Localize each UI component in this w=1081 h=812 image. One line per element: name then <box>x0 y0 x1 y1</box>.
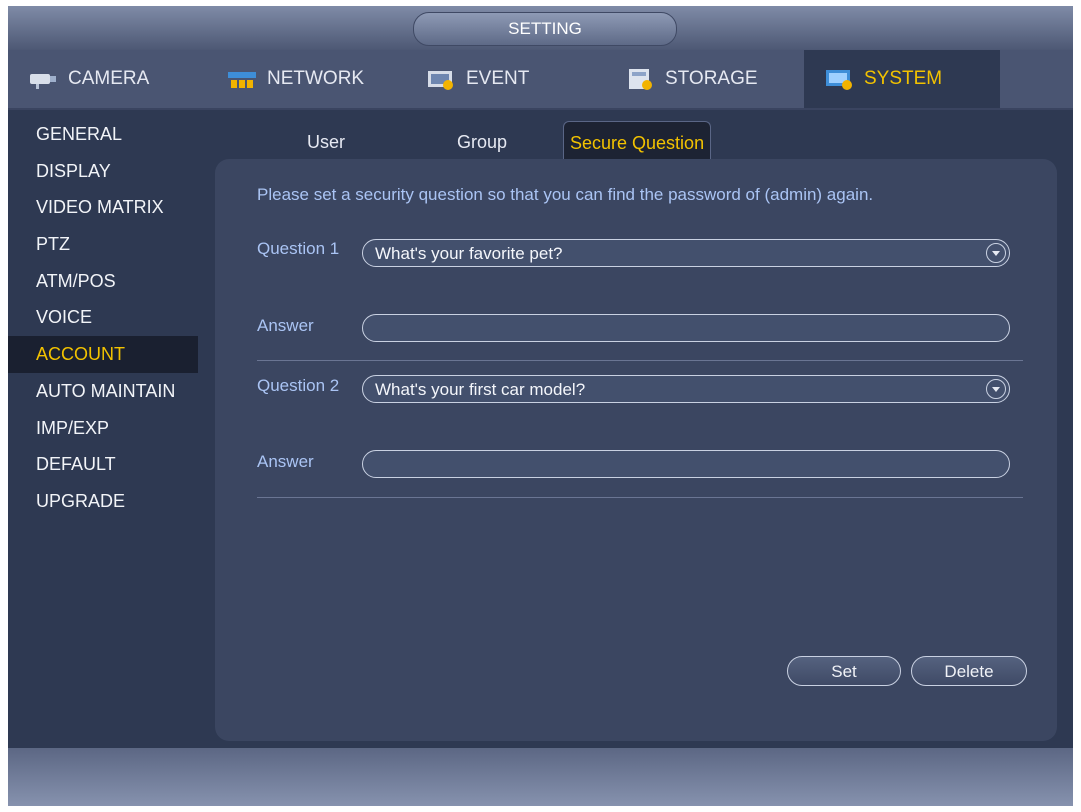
sidebar: GENERAL DISPLAY VIDEO MATRIX PTZ ATM/POS… <box>8 116 198 520</box>
tab-system[interactable]: SYSTEM <box>804 50 1000 108</box>
answer1-input[interactable] <box>362 314 1010 342</box>
set-button[interactable]: Set <box>787 656 901 686</box>
network-icon <box>228 72 256 88</box>
question1-value: What's your favorite pet? <box>375 244 563 263</box>
tab-label: SYSTEM <box>864 68 943 89</box>
bottom-bar <box>8 748 1073 806</box>
answer2-label: Answer <box>257 452 314 471</box>
sidebar-item-video-matrix[interactable]: VIDEO MATRIX <box>8 189 198 226</box>
question1-select[interactable]: What's your favorite pet? <box>362 239 1010 267</box>
tab-storage[interactable]: STORAGE <box>605 50 801 108</box>
sidebar-item-imp-exp[interactable]: IMP/EXP <box>8 410 198 447</box>
sidebar-item-atm-pos[interactable]: ATM/POS <box>8 263 198 300</box>
sidebar-item-general[interactable]: GENERAL <box>8 116 198 153</box>
notice-text: Please set a security question so that y… <box>257 185 874 204</box>
tab-label: NETWORK <box>267 68 365 89</box>
sidebar-item-ptz[interactable]: PTZ <box>8 226 198 263</box>
window-title: SETTING <box>413 12 677 46</box>
sidebar-item-display[interactable]: DISPLAY <box>8 153 198 190</box>
event-icon <box>428 71 453 90</box>
tab-label: CAMERA <box>68 68 150 89</box>
question1-label: Question 1 <box>257 239 340 258</box>
question2-value: What's your first car model? <box>375 380 586 399</box>
tab-user[interactable]: User <box>307 121 345 161</box>
camera-icon <box>30 74 56 89</box>
tab-network[interactable]: NETWORK <box>207 50 403 108</box>
storage-icon <box>629 69 652 90</box>
tab-group[interactable]: Group <box>457 121 507 161</box>
main-tab-bar: CAMERA NETWORK EVENT STORAGE SYSTEM <box>8 50 1073 110</box>
settings-window: SETTING CAMERA NETWORK EVENT STORAGE SYS… <box>8 6 1073 806</box>
secure-question-panel: Please set a security question so that y… <box>215 159 1057 741</box>
tab-event[interactable]: EVENT <box>406 50 602 108</box>
chevron-down-icon[interactable] <box>986 379 1006 399</box>
sidebar-item-auto-maintain[interactable]: AUTO MAINTAIN <box>8 373 198 410</box>
tab-label: STORAGE <box>665 68 758 89</box>
question2-select[interactable]: What's your first car model? <box>362 375 1010 403</box>
delete-button[interactable]: Delete <box>911 656 1027 686</box>
sidebar-item-account[interactable]: ACCOUNT <box>8 336 198 373</box>
tab-label: EVENT <box>466 68 530 89</box>
title-bar: SETTING <box>8 6 1073 50</box>
chevron-down-icon[interactable] <box>986 243 1006 263</box>
system-icon <box>826 70 852 90</box>
tab-secure-question[interactable]: Secure Question <box>563 121 712 160</box>
question2-label: Question 2 <box>257 376 340 395</box>
answer2-input[interactable] <box>362 450 1010 478</box>
divider <box>257 360 1023 361</box>
sidebar-item-default[interactable]: DEFAULT <box>8 446 198 483</box>
sidebar-item-voice[interactable]: VOICE <box>8 299 198 336</box>
divider <box>257 497 1023 498</box>
tab-camera[interactable]: CAMERA <box>8 50 204 108</box>
sidebar-item-upgrade[interactable]: UPGRADE <box>8 483 198 520</box>
answer1-label: Answer <box>257 316 314 335</box>
